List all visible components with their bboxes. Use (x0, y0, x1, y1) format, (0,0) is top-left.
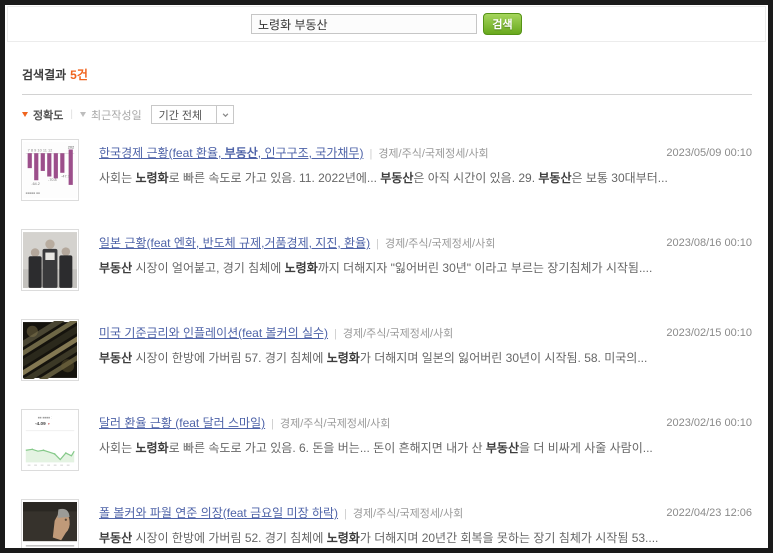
result-title-row: 폴 볼커와 파월 연준 의장(feat 금요일 미장 하락) | 경제/주식/국제정… (99, 506, 752, 521)
search-input[interactable] (251, 14, 477, 34)
result-item: 7 8 9 10 11 12 202 -64.2 -70.8 -47.7 ■■■… (5, 139, 768, 201)
search-section: 검색 (7, 6, 766, 42)
result-item: 폴 볼커와 파월 연준 의장(feat 금요일 미장 하락) | 경제/주식/국제정… (5, 499, 768, 548)
result-date: 2022/04/23 12:06 (666, 507, 752, 519)
sort-bar: 정확도 | 최근작성일 기간 전체 (22, 105, 768, 124)
chevron-down-icon (222, 112, 228, 117)
period-select[interactable]: 기간 전체 (150, 105, 235, 124)
result-title-row: 미국 기준금리와 인플레이션(feat 볼커의 실수) | 경제/주식/국제정세/사… (99, 326, 752, 341)
result-description: 부동산 시장이 얼어붙고, 경기 침체에 노령화까지 더해지자 "잃어버린 30… (99, 261, 653, 275)
results-header-label: 검색결과 (22, 68, 67, 82)
svg-text:202: 202 (68, 145, 75, 150)
result-title-row: 일본 근황(feat 엔화, 반도체 규제,거품경제, 지진, 환율) | 경제/주… (99, 236, 752, 251)
result-description: 부동산 시장이 한방에 가버림 52. 경기 침체에 노령화가 더해지며 20년… (99, 531, 659, 545)
svg-text:-4.09: -4.09 (35, 421, 46, 426)
result-date: 2023/02/16 00:10 (666, 417, 752, 429)
result-description: 부동산 시장이 한방에 가버림 57. 경기 침체에 노령화가 더해지며 일본의… (99, 351, 648, 365)
result-category-link[interactable]: 경제/주식/국제정세/사회 (385, 238, 495, 250)
sort-separator: | (70, 109, 73, 120)
result-category-link[interactable]: 경제/주식/국제정세/사회 (343, 328, 453, 340)
result-description: 사회는 노령화로 빠른 속도로 가고 있음. 11. 2022년에... 부동산… (99, 171, 668, 185)
result-category-link[interactable]: 경제/주식/국제정세/사회 (378, 148, 488, 160)
result-title-link[interactable]: 달러 환율 근황 (feat 달러 스마일) (99, 416, 265, 430)
result-content: 폴 볼커와 파월 연준 의장(feat 금요일 미장 하락) | 경제/주식/국제정… (99, 499, 752, 548)
search-results-page: 검색 검색결과5건 정확도 | 최근작성일 기간 전체 (5, 5, 768, 548)
title-category-separator: | (376, 238, 379, 250)
header-divider (22, 94, 752, 95)
sort-recent-label: 최근작성일 (90, 109, 142, 122)
svg-text:-64.2: -64.2 (31, 182, 39, 186)
select-arrow-cell (216, 106, 233, 123)
result-thumbnail-bar-chart[interactable]: 7 8 9 10 11 12 202 -64.2 -70.8 -47.7 ■■■… (21, 139, 79, 201)
svg-text:-70.8: -70.8 (48, 178, 56, 182)
result-title-link[interactable]: 미국 기준금리와 인플레이션(feat 볼커의 실수) (99, 326, 328, 340)
svg-text:■■■■■ ■■: ■■■■■ ■■ (26, 191, 40, 195)
sort-arrow-icon (79, 112, 86, 117)
result-thumbnail-money-dark[interactable] (21, 319, 79, 381)
period-select-value: 기간 전체 (158, 109, 203, 122)
result-title-row: 한국경제 근황(feat 환율, 부동산, 인구구조, 국가채무) | 경제/주식/… (99, 146, 752, 161)
result-item: ■■ ■■■■ : -4.09 ▼ 달러 환율 근황 (feat 달러 스마일)… (5, 409, 768, 471)
results-list: 7 8 9 10 11 12 202 -64.2 -70.8 -47.7 ■■■… (5, 139, 768, 548)
svg-text:-47.7: -47.7 (61, 174, 69, 178)
result-thumbnail-portrait-photo[interactable] (21, 499, 79, 548)
result-thumbnail-line-chart[interactable]: ■■ ■■■■ : -4.09 ▼ (21, 409, 79, 471)
sort-arrow-icon (22, 112, 28, 117)
result-content: 한국경제 근황(feat 환율, 부동산, 인구구조, 국가채무) | 경제/주식/… (99, 139, 752, 201)
svg-text:7 8 9 10 11 12: 7 8 9 10 11 12 (28, 147, 53, 152)
page-frame: 검색 검색결과5건 정확도 | 최근작성일 기간 전체 (0, 0, 773, 553)
result-date: 2023/02/15 00:10 (666, 327, 752, 339)
result-item: 일본 근황(feat 엔화, 반도체 규제,거품경제, 지진, 환율) | 경제/주… (5, 229, 768, 291)
result-date: 2023/08/16 00:10 (666, 237, 752, 249)
result-description: 사회는 노령화로 빠른 속도로 가고 있음. 6. 돈을 버는... 돈이 흔해… (99, 441, 653, 455)
result-title-link[interactable]: 일본 근황(feat 엔화, 반도체 규제,거품경제, 지진, 환율) (99, 236, 370, 250)
search-button[interactable]: 검색 (483, 13, 522, 35)
result-item: 미국 기준금리와 인플레이션(feat 볼커의 실수) | 경제/주식/국제정세/사… (5, 319, 768, 381)
sort-accuracy-link[interactable]: 정확도 (22, 107, 63, 123)
result-title-row: 달러 환율 근황 (feat 달러 스마일) | 경제/주식/국제정세/사회 (99, 416, 752, 431)
title-category-separator: | (334, 328, 337, 340)
result-content: 달러 환율 근황 (feat 달러 스마일) | 경제/주식/국제정세/사회 202… (99, 409, 752, 471)
svg-text:■■ ■■■■ :: ■■ ■■■■ : (38, 416, 52, 420)
results-header: 검색결과 5건 (22, 66, 768, 83)
result-content: 일본 근황(feat 엔화, 반도체 규제,거품경제, 지진, 환율) | 경제/주… (99, 229, 752, 291)
result-category-link[interactable]: 경제/주식/국제정세/사회 (280, 418, 390, 430)
results-count: 5건 (70, 68, 88, 82)
svg-text:▼: ▼ (47, 422, 50, 426)
result-content: 미국 기준금리와 인플레이션(feat 볼커의 실수) | 경제/주식/국제정세/사… (99, 319, 752, 381)
title-category-separator: | (271, 418, 274, 430)
result-title-link[interactable]: 폴 볼커와 파월 연준 의장(feat 금요일 미장 하락) (99, 506, 338, 520)
result-thumbnail-group-photo[interactable] (21, 229, 79, 291)
result-date: 2023/05/09 00:10 (666, 147, 752, 159)
title-category-separator: | (369, 148, 373, 160)
title-category-separator: | (344, 508, 347, 520)
result-title-link[interactable]: 한국경제 근황(feat 환율, 부동산, 인구구조, 국가채무) (99, 146, 363, 160)
sort-recent-link[interactable]: 최근작성일 (79, 107, 142, 123)
sort-accuracy-label: 정확도 (33, 109, 64, 122)
result-category-link[interactable]: 경제/주식/국제정세/사회 (353, 508, 463, 520)
